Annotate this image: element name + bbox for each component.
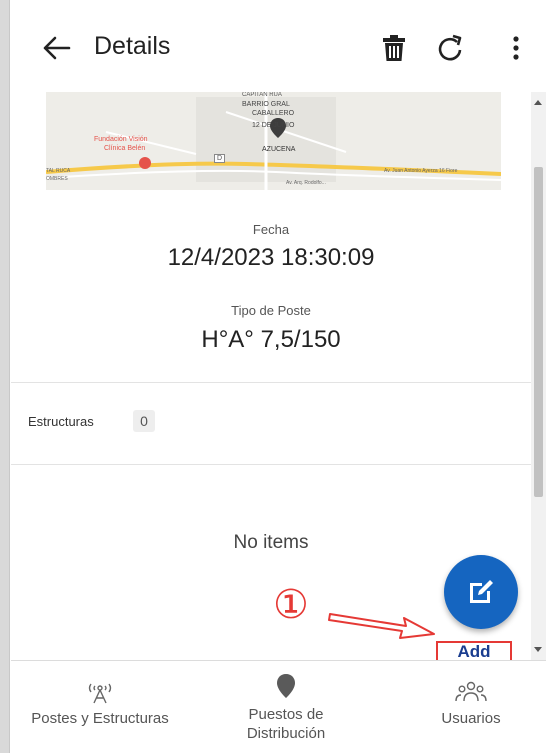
fecha-label: Fecha [252,222,290,237]
scroll-down-arrow-icon[interactable] [534,647,542,652]
users-icon [455,679,487,705]
annotation-step-number: ① [273,582,309,628]
map-label: BARRIO GRAL [242,101,290,108]
bottom-navigation: Postes y Estructuras Puestos de Distribu… [11,660,546,753]
edit-icon [470,580,493,603]
estructuras-count-badge: 0 [133,410,155,432]
nav-label: Puestos de Distribución [246,706,326,742]
map-label: 12 DE JUNIO [252,122,295,129]
vertical-scrollbar[interactable] [531,92,546,660]
map-label: AZUCENA [262,146,296,153]
map-label: TAL RUCA [46,168,71,174]
top-app-bar: Details [11,0,546,92]
scroll-up-arrow-icon[interactable] [534,100,542,105]
estructuras-label: Estructuras [28,414,94,429]
map-label: Fundación Visión [94,136,148,143]
scrollbar-thumb[interactable] [534,167,543,497]
nav-item-postes-y-estructuras[interactable]: Postes y Estructuras [0,661,200,753]
divider [11,464,531,465]
arrow-left-icon[interactable] [39,30,75,66]
annotation-arrow-icon [328,613,435,639]
refresh-icon[interactable] [432,28,468,68]
map-label: OMBRES [46,176,68,182]
map-label: Av. Arq. Rodolfo... [286,180,326,186]
tipo-poste-label: Tipo de Poste [231,303,311,318]
nav-label: Postes y Estructuras [31,710,169,727]
add-edit-fab-button[interactable] [444,555,518,629]
map-label: D [214,154,226,163]
tipo-poste-value: H°A° 7,5/150 [201,326,341,353]
nav-item-puestos-de-distribucion[interactable]: Puestos de Distribución [201,661,371,753]
empty-list-message: No items [233,532,309,553]
more-vertical-icon[interactable] [498,28,534,68]
nav-label: Usuarios [441,710,501,727]
map-label: CABALLERO [252,110,295,117]
trash-icon[interactable] [376,28,412,68]
map-label: Av. Juan Antonio Ayerza 16 Fiore [384,168,458,174]
nav-item-usuarios[interactable]: Usuarios [401,661,541,753]
map-pin-icon [276,673,296,699]
window-left-edge [0,0,10,753]
map-label: Clínica Belén [104,145,146,152]
fecha-value: 12/4/2023 18:30:09 [167,244,375,271]
divider [11,382,531,383]
map-label: CAPITAN RUA [242,92,282,98]
antenna-icon [85,679,115,705]
map-preview[interactable]: CAPITAN RUA BARRIO GRAL CABALLERO 12 DE … [46,92,501,190]
page-title: Details [94,32,171,60]
